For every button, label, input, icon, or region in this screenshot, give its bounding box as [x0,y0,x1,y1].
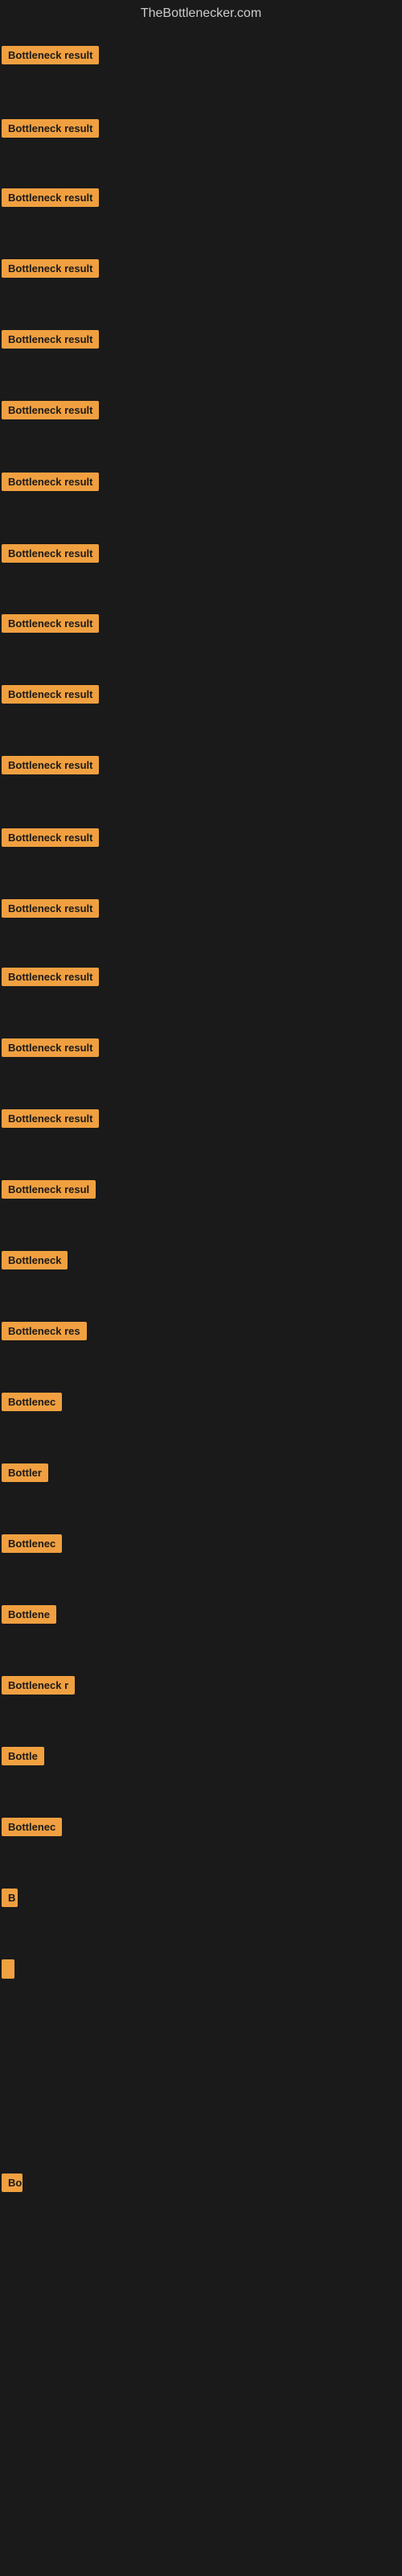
bottleneck-label: Bottleneck result [2,473,99,491]
bottleneck-result-item[interactable]: Bottleneck result [2,1038,99,1061]
bottleneck-label: Bottleneck result [2,46,99,64]
bottleneck-label: Bottlenec [2,1534,62,1553]
bottleneck-label: Bottleneck result [2,685,99,704]
bottleneck-result-item[interactable] [2,1959,14,1983]
bottleneck-label: Bottleneck result [2,614,99,633]
bottleneck-result-item[interactable]: Bottleneck result [2,614,99,637]
bottleneck-label: Bottlene [2,1605,56,1624]
bottleneck-result-item[interactable]: Bottleneck result [2,544,99,567]
bottleneck-result-item[interactable]: Bottleneck result [2,968,99,990]
bottleneck-result-item[interactable]: Bottleneck result [2,330,99,353]
bottleneck-label: Bottleneck result [2,899,99,918]
bottleneck-label: Bottleneck r [2,1676,75,1695]
bottleneck-label: Bottlenec [2,1818,62,1836]
bottleneck-label: Bottleneck resul [2,1180,96,1199]
bottleneck-result-item[interactable]: Bottleneck result [2,1109,99,1132]
bottleneck-label: Bottleneck result [2,968,99,986]
bottleneck-result-item[interactable]: Bottleneck result [2,119,99,142]
bottleneck-label: Bottleneck result [2,544,99,563]
bottleneck-label: Bottleneck result [2,119,99,138]
bottleneck-result-item[interactable]: Bottleneck r [2,1676,75,1699]
bottleneck-result-item[interactable]: Bottlene [2,1605,56,1628]
bottleneck-label: Bottlenec [2,1393,62,1411]
bottleneck-label: Bottleneck result [2,756,99,774]
bottleneck-result-item[interactable]: Bottleneck result [2,756,99,778]
bottleneck-result-item[interactable]: Bottleneck resul [2,1180,96,1203]
bottleneck-result-item[interactable]: Bottlenec [2,1393,62,1415]
bottleneck-label: Bottle [2,1747,44,1765]
bottleneck-label [2,1959,14,1979]
bottleneck-result-item[interactable]: Bo [2,2174,23,2196]
bottleneck-label: Bottler [2,1463,48,1482]
bottleneck-label: Bottleneck result [2,828,99,847]
bottleneck-result-item[interactable]: Bottleneck result [2,46,99,68]
bottleneck-label: Bottleneck result [2,401,99,419]
bottleneck-label: Bottleneck result [2,330,99,349]
bottleneck-result-item[interactable]: Bottleneck result [2,899,99,922]
bottleneck-result-item[interactable]: Bottlenec [2,1818,62,1840]
bottleneck-label: Bottleneck result [2,1109,99,1128]
bottleneck-label: Bo [2,2174,23,2192]
bottleneck-result-item[interactable]: Bottleneck res [2,1322,87,1344]
bottleneck-label: B [2,1889,18,1907]
bottleneck-result-item[interactable]: Bottleneck result [2,188,99,211]
bottleneck-result-item[interactable]: Bottleneck result [2,828,99,851]
bottleneck-label: Bottleneck [2,1251,68,1269]
site-title: TheBottlenecker.com [0,0,402,27]
bottleneck-result-item[interactable]: Bottle [2,1747,44,1769]
bottleneck-result-item[interactable]: Bottleneck result [2,401,99,423]
bottleneck-label: Bottleneck result [2,1038,99,1057]
bottleneck-result-item[interactable]: Bottleneck result [2,259,99,282]
bottleneck-result-item[interactable]: Bottleneck result [2,685,99,708]
bottleneck-result-item[interactable]: Bottlenec [2,1534,62,1557]
bottleneck-label: Bottleneck result [2,188,99,207]
bottleneck-result-item[interactable]: Bottleneck result [2,473,99,495]
bottleneck-label: Bottleneck res [2,1322,87,1340]
bottleneck-label: Bottleneck result [2,259,99,278]
bottleneck-result-item[interactable]: Bottler [2,1463,48,1486]
bottleneck-result-item[interactable]: Bottleneck [2,1251,68,1274]
bottleneck-result-item[interactable]: B [2,1889,18,1911]
